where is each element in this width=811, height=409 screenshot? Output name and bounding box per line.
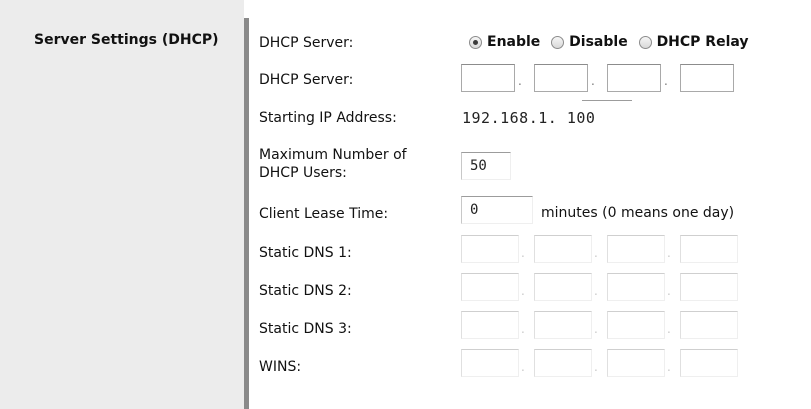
dot: . [594,322,598,336]
radio-disable-circle[interactable] [551,35,565,49]
static-dns-2-octet-1[interactable] [461,273,519,301]
static-dns-1-octet-1[interactable] [461,235,519,263]
static-dns-1-octet-3[interactable] [607,235,665,263]
max-users-label-line2: DHCP Users: [259,165,347,181]
dhcp-server-ip-label: DHCP Server: [259,72,354,88]
dot: . [667,246,671,260]
left-panel: Server Settings (DHCP) [0,0,244,409]
static-dns-2-label: Static DNS 2: [259,283,352,299]
dhcp-server-ip-octet-2[interactable] [534,64,588,92]
dot: . [667,360,671,374]
dhcp-server-ip-octet-4[interactable] [680,64,734,92]
wins-octet-4[interactable] [680,349,738,377]
starting-ip-label: Starting IP Address: [259,110,397,126]
wins-octet-2[interactable] [534,349,592,377]
radio-enable-circle[interactable] [469,35,482,49]
max-users-label-line1: Maximum Number of [259,147,407,163]
wins-octet-1[interactable] [461,349,519,377]
static-dns-1-octet-4[interactable] [680,235,738,263]
static-dns-3-label: Static DNS 3: [259,321,352,337]
starting-ip-last-octet[interactable]: 100 [567,109,596,127]
wins-label: WINS: [259,359,302,375]
dot: . [521,360,525,374]
dhcp-server-ip-octet-3[interactable] [607,64,661,92]
lease-time-input[interactable]: 0 [461,196,533,224]
dot: . [664,74,668,88]
static-dns-3-octet-3[interactable] [607,311,665,339]
starting-ip-prefix: 192.168.1. [462,109,558,127]
dot: . [521,246,525,260]
max-users-input[interactable]: 50 [461,152,511,180]
radio-disable[interactable]: Disable [551,34,628,50]
starting-ip-value: 192.168.1. 100 [462,109,595,127]
dot: . [594,284,598,298]
max-users-label: Maximum Number of DHCP Users: [259,146,407,182]
dot: . [594,246,598,260]
static-dns-3-octet-1[interactable] [461,311,519,339]
radio-dhcp-relay[interactable]: DHCP Relay [638,34,749,50]
static-dns-3-octet-4[interactable] [680,311,738,339]
radio-enable-label: Enable [487,34,541,50]
lease-time-label: Client Lease Time: [259,206,389,222]
static-dns-1-label: Static DNS 1: [259,245,352,261]
wins-octet-3[interactable] [607,349,665,377]
dot: . [591,74,595,88]
dot: . [518,74,522,88]
dhcp-server-mode-label: DHCP Server: [259,35,354,51]
lease-time-suffix: minutes (0 means one day) [541,205,735,221]
radio-enable[interactable]: Enable [469,34,540,50]
static-dns-3-octet-2[interactable] [534,311,592,339]
settings-form: DHCP Server: Enable Disable DHCP Relay D… [249,0,811,409]
static-dns-1-octet-2[interactable] [534,235,592,263]
starting-ip-last-octet-border [582,100,632,101]
dot: . [594,360,598,374]
dot: . [667,284,671,298]
dot: . [521,322,525,336]
static-dns-2-octet-4[interactable] [680,273,738,301]
dot: . [667,322,671,336]
radio-dhcp-relay-label: DHCP Relay [656,34,749,50]
dhcp-server-mode-radios: Enable Disable DHCP Relay [469,34,755,53]
section-title: Server Settings (DHCP) [34,32,219,48]
dot: . [521,284,525,298]
radio-dhcp-relay-circle[interactable] [638,35,652,49]
dhcp-server-ip-octet-1[interactable] [461,64,515,92]
static-dns-2-octet-2[interactable] [534,273,592,301]
radio-disable-label: Disable [569,34,628,50]
static-dns-2-octet-3[interactable] [607,273,665,301]
